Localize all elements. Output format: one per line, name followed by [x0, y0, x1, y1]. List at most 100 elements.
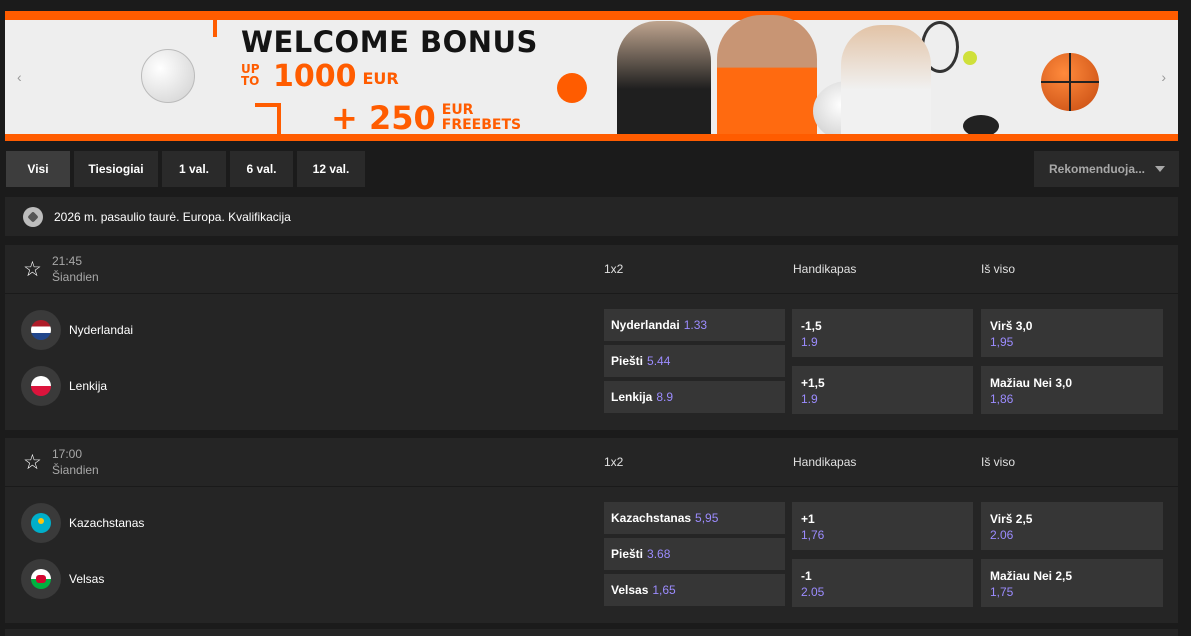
odd-value: 2.05 [801, 585, 825, 599]
flag-image [31, 376, 51, 396]
market-header-total: Iš viso [981, 455, 1016, 469]
poland-flag-icon [21, 366, 61, 406]
caret-down-icon [1155, 166, 1165, 172]
team-name: Lenkija [69, 379, 108, 393]
odd-button-handicap-away[interactable]: +1,5 1.9 [792, 366, 973, 414]
odd-label: Piešti [611, 354, 644, 368]
table-tennis-bat-image [557, 73, 587, 103]
event-day: Šiandien [52, 270, 99, 284]
odd-label: -1,5 [801, 319, 822, 333]
odd-label: Piešti [611, 547, 644, 561]
odd-label: Velsas [611, 583, 649, 597]
tennis-player-image [841, 25, 931, 141]
decor-shape [185, 11, 217, 37]
filter-6h[interactable]: 6 val. [230, 151, 293, 187]
away-team[interactable]: Lenkija [21, 366, 107, 406]
sort-dropdown[interactable]: Rekomenduoja... [1034, 151, 1179, 187]
odd-button-home[interactable]: Nyderlandai 1.33 [604, 309, 785, 341]
odd-value: 1.9 [801, 392, 818, 406]
odd-value: 5.44 [647, 354, 671, 368]
home-team[interactable]: Kazachstanas [21, 503, 144, 543]
odd-label: +1,5 [801, 376, 825, 390]
banner-currency-2: EUR [441, 102, 474, 118]
odd-label: -1 [801, 569, 812, 583]
odd-label: Lenkija [611, 390, 653, 404]
basketball-image [1041, 53, 1099, 111]
odd-value: 2.06 [990, 528, 1014, 542]
odd-label: Virš 2,5 [990, 512, 1033, 526]
event-card: ☆ 21:45 Šiandien 1x2 Handikapas Iš viso … [5, 245, 1178, 430]
odd-value: 1,86 [990, 392, 1014, 406]
wales-flag-icon [21, 559, 61, 599]
event-day: Šiandien [52, 463, 99, 477]
odd-label: Mažiau Nei 2,5 [990, 569, 1073, 583]
banner-bottom-stripe [5, 134, 1178, 141]
odd-value: 1.33 [683, 318, 708, 332]
next-event-card-edge [5, 629, 1178, 636]
market-header-1x2: 1x2 [604, 262, 624, 276]
market-header-handicap: Handikapas [793, 455, 857, 469]
market-header-handicap: Handikapas [793, 262, 857, 276]
favorite-star-icon[interactable]: ☆ [23, 452, 42, 473]
soccer-ball-icon [23, 206, 43, 227]
chevron-left-icon[interactable]: ‹ [17, 69, 22, 85]
flag-image [31, 569, 51, 589]
odd-label: Mažiau Nei 3,0 [990, 376, 1073, 390]
odd-label: Kazachstanas [611, 511, 692, 525]
banner-freebet-label: EUR FREEBETS [442, 103, 521, 133]
event-time: 17:00 [52, 447, 83, 461]
odd-value: 3.68 [647, 547, 671, 561]
odd-label: +1 [801, 512, 815, 526]
odd-button-away[interactable]: Lenkija 8.9 [604, 381, 785, 413]
away-team[interactable]: Velsas [21, 559, 104, 599]
odd-label: Virš 3,0 [990, 319, 1033, 333]
odd-button-away[interactable]: Velsas 1,65 [604, 574, 785, 606]
flag-image [31, 513, 51, 533]
odd-value: 1,95 [990, 335, 1014, 349]
filter-live[interactable]: Tiesiogiai [74, 151, 158, 187]
odd-button-over[interactable]: Virš 3,0 1,95 [981, 309, 1163, 357]
team-name: Nyderlandai [69, 323, 134, 337]
time-filter-bar: Visi Tiesiogiai 1 val. 6 val. 12 val. [6, 151, 365, 187]
tennis-ball-image [963, 51, 977, 65]
banner-amount: 1000 [273, 59, 357, 94]
odd-value: 1,75 [990, 585, 1014, 599]
odd-value: 1.9 [801, 335, 818, 349]
league-header[interactable]: 2026 m. pasaulio taurė. Europa. Kvalifik… [5, 197, 1178, 236]
banner-currency: EUR [362, 69, 399, 88]
football-player-image [717, 15, 817, 141]
chevron-right-icon[interactable]: › [1161, 69, 1166, 85]
odd-button-under[interactable]: Mažiau Nei 3,0 1,86 [981, 366, 1163, 414]
odd-label: Nyderlandai [611, 318, 680, 332]
esports-player-image [617, 21, 711, 141]
odd-button-home[interactable]: Kazachstanas 5,95 [604, 502, 785, 534]
banner-bonus-line: UP TO 1000 EUR [241, 59, 399, 94]
league-name: 2026 m. pasaulio taurė. Europa. Kvalifik… [54, 209, 291, 224]
banner-plus-amount: + 250 [331, 99, 436, 137]
volleyball-image [141, 49, 195, 103]
banner-up-to: UP TO [241, 62, 260, 88]
home-team[interactable]: Nyderlandai [21, 310, 133, 350]
odd-value: 1,76 [801, 528, 825, 542]
odd-button-handicap-home[interactable]: -1,5 1.9 [792, 309, 973, 357]
odd-button-handicap-home[interactable]: +1 1,76 [792, 502, 973, 550]
event-header: ☆ 21:45 Šiandien 1x2 Handikapas Iš viso [5, 245, 1178, 294]
odd-button-under[interactable]: Mažiau Nei 2,5 1,75 [981, 559, 1163, 607]
banner-top-stripe [5, 11, 1178, 20]
filter-all[interactable]: Visi [6, 151, 70, 187]
odd-button-handicap-away[interactable]: -1 2.05 [792, 559, 973, 607]
banner-freebet-line: + 250 EUR FREEBETS [331, 99, 521, 137]
event-time: 21:45 [52, 254, 83, 268]
promo-banner[interactable]: WELCOME BONUS UP TO 1000 EUR + 250 EUR FREEB… [5, 11, 1178, 141]
filter-1h[interactable]: 1 val. [162, 151, 226, 187]
kazakhstan-flag-icon [21, 503, 61, 543]
netherlands-flag-icon [21, 310, 61, 350]
odd-value: 1,65 [652, 583, 676, 597]
odd-button-draw[interactable]: Piešti 3.68 [604, 538, 785, 570]
team-name: Velsas [69, 572, 105, 586]
odd-button-over[interactable]: Virš 2,5 2.06 [981, 502, 1163, 550]
favorite-star-icon[interactable]: ☆ [23, 259, 42, 280]
market-header-total: Iš viso [981, 262, 1016, 276]
filter-12h[interactable]: 12 val. [297, 151, 365, 187]
odd-button-draw[interactable]: Piešti 5.44 [604, 345, 785, 377]
